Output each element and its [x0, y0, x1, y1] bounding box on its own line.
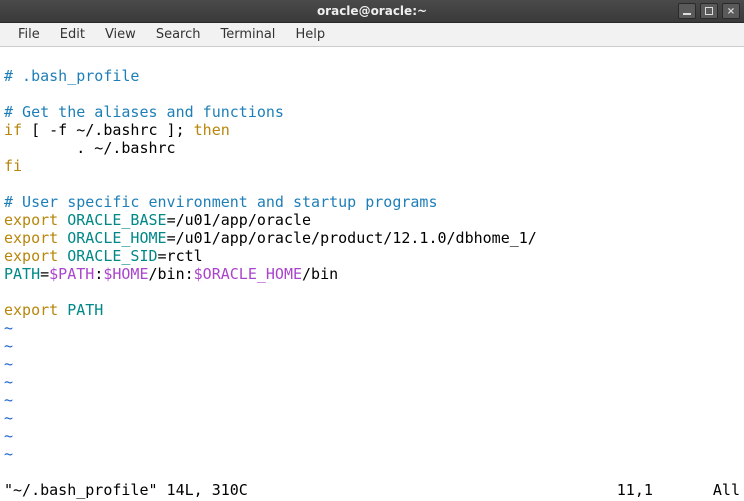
var-name: ORACLE_SID	[58, 247, 157, 265]
keyword-then: then	[194, 121, 230, 139]
maximize-button[interactable]	[700, 3, 718, 19]
close-icon: ×	[727, 6, 735, 17]
menubar: File Edit View Search Terminal Help	[0, 23, 744, 47]
comment-line: # Get the aliases and functions	[4, 103, 284, 121]
var-ref: $HOME	[103, 265, 148, 283]
keyword-fi: fi	[4, 157, 22, 175]
var-ref: $PATH	[49, 265, 94, 283]
menu-help[interactable]: Help	[285, 23, 335, 46]
code-text: . ~/.bashrc	[4, 139, 176, 157]
code-text: =	[40, 265, 49, 283]
window-controls: ×	[678, 3, 740, 19]
menu-view[interactable]: View	[95, 23, 146, 46]
vim-tilde: ~	[4, 355, 13, 373]
code-text: /bin:	[149, 265, 194, 283]
menu-terminal[interactable]: Terminal	[210, 23, 285, 46]
close-button[interactable]: ×	[722, 3, 740, 19]
minimize-icon	[683, 13, 691, 15]
vim-tilde: ~	[4, 427, 13, 445]
comment-line: # User specific environment and startup …	[4, 193, 437, 211]
keyword-if: if	[4, 121, 22, 139]
window-title: oracle@oracle:~	[317, 4, 427, 18]
code-text: :	[94, 265, 103, 283]
vim-tilde: ~	[4, 445, 13, 463]
keyword-export: export	[4, 211, 58, 229]
keyword-export: export	[4, 301, 58, 319]
keyword-export: export	[4, 229, 58, 247]
vim-tilde: ~	[4, 391, 13, 409]
minimize-button[interactable]	[678, 3, 696, 19]
var-name: PATH	[58, 301, 103, 319]
code-text: =/u01/app/oracle	[167, 211, 312, 229]
comment-line: # .bash_profile	[4, 67, 139, 85]
code-text: =rctl	[158, 247, 203, 265]
vim-tilde: ~	[4, 337, 13, 355]
menu-edit[interactable]: Edit	[50, 23, 95, 46]
status-scroll-pct: All	[713, 481, 740, 499]
code-text: =/u01/app/oracle/product/12.1.0/dbhome_1…	[167, 229, 537, 247]
maximize-icon	[705, 7, 713, 15]
vim-statusline: "~/.bash_profile" 14L, 310C 11,1 All	[4, 481, 740, 499]
menu-file[interactable]: File	[8, 23, 50, 46]
var-name: PATH	[4, 265, 40, 283]
status-file: "~/.bash_profile" 14L, 310C	[4, 481, 248, 499]
keyword-export: export	[4, 247, 58, 265]
terminal-area[interactable]: # .bash_profile # Get the aliases and fu…	[0, 47, 744, 501]
vim-tilde: ~	[4, 319, 13, 337]
status-cursor-pos: 11,1	[617, 481, 653, 499]
var-name: ORACLE_BASE	[58, 211, 166, 229]
vim-tilde: ~	[4, 373, 13, 391]
menu-search[interactable]: Search	[146, 23, 211, 46]
var-ref: $ORACLE_HOME	[194, 265, 302, 283]
code-text: [ -f ~/.bashrc ];	[22, 121, 194, 139]
code-text: /bin	[302, 265, 338, 283]
titlebar: oracle@oracle:~ ×	[0, 0, 744, 23]
var-name: ORACLE_HOME	[58, 229, 166, 247]
vim-tilde: ~	[4, 409, 13, 427]
